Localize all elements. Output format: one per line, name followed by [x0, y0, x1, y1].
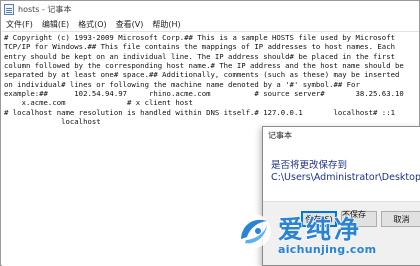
notepad-icon — [4, 3, 14, 15]
watermark-logo-icon — [237, 214, 271, 248]
dialog-title: 记事本 — [268, 131, 292, 140]
window-title: hosts - 记事本 — [18, 4, 72, 14]
menu-help[interactable]: 帮助(H) — [152, 19, 180, 30]
site-watermark: 爱纯净 aichunjing.com — [232, 210, 418, 264]
dialog-body: 是否将更改保存到 C:\Users\Administrator\Desktop\… — [263, 144, 420, 201]
menu-bar: 文件(F) 编辑(E) 格式(O) 查看(V) 帮助(H) — [1, 17, 419, 31]
menu-file[interactable]: 文件(F) — [6, 19, 33, 30]
dialog-question: 是否将更改保存到 — [271, 160, 348, 171]
watermark-url: aichunjing.com — [278, 243, 377, 256]
title-bar[interactable]: hosts - 记事本 — [1, 1, 419, 17]
menu-edit[interactable]: 编辑(E) — [42, 19, 69, 30]
dialog-file-path: C:\Users\Administrator\Desktop\ho — [271, 172, 420, 183]
watermark-brand: 爱纯净 — [277, 214, 363, 245]
dialog-title-bar[interactable]: 记事本 — [263, 127, 420, 144]
menu-view[interactable]: 查看(V) — [116, 19, 144, 30]
editor-content[interactable]: # Copyright (c) 1993-2009 Microsoft Corp… — [2, 32, 419, 126]
menu-format[interactable]: 格式(O) — [78, 19, 107, 30]
